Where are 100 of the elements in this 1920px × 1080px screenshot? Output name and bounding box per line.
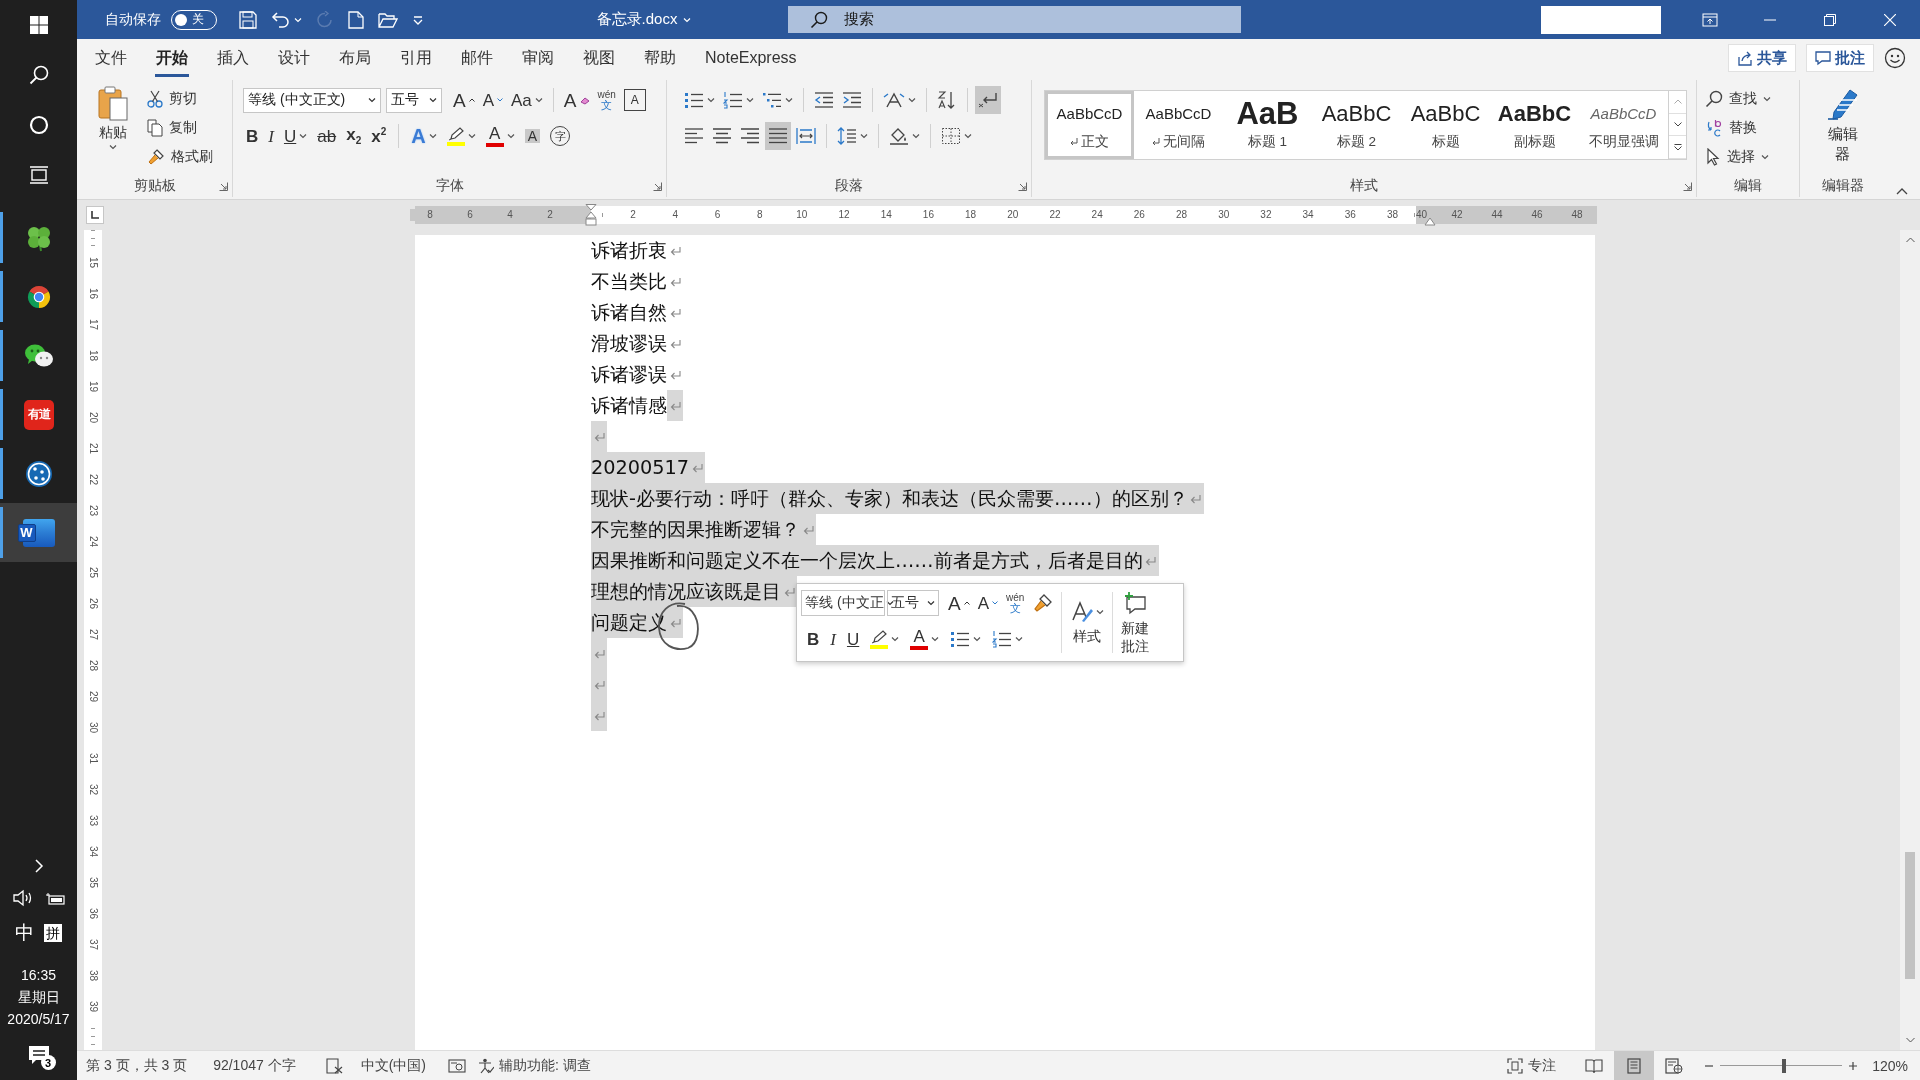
ribbon-tab[interactable]: 视图 [582, 39, 616, 77]
accessibility-status[interactable]: 辅助功能: 调查 [477, 1056, 591, 1075]
phonetic-guide-button[interactable]: wén 文 [1003, 589, 1028, 617]
circle-icon[interactable] [28, 115, 49, 135]
input-method-indicator[interactable]: 拼 [44, 924, 62, 942]
ribbon-tab[interactable]: 布局 [338, 39, 372, 77]
new-document-icon[interactable] [348, 10, 364, 29]
share-button[interactable]: 共享 [1728, 44, 1796, 72]
ribbon-tab[interactable]: NoteExpress [704, 39, 798, 77]
ribbon-tab[interactable]: 审阅 [521, 39, 555, 77]
slider-thumb[interactable] [1781, 1058, 1786, 1073]
font-size-dropdown[interactable]: 五号 [887, 590, 939, 616]
comments-button[interactable]: 批注 [1806, 44, 1874, 72]
dialog-launcher-icon[interactable] [653, 181, 662, 191]
style-gallery-item[interactable]: AaBbCcD 不明显强调 [1579, 91, 1668, 159]
document-title[interactable]: 备忘录.docx [524, 10, 764, 29]
scrollbar-thumb[interactable] [1905, 852, 1915, 979]
group-label: 编辑器 [1821, 177, 1864, 195]
word-count[interactable]: 92/1047 个字 [213, 1056, 296, 1075]
ribbon-tab[interactable]: 引用 [399, 39, 433, 77]
ribbon-tab[interactable]: 帮助 [643, 39, 677, 77]
input-mode-indicator[interactable]: 中 [15, 920, 34, 946]
clock-weekday[interactable]: 星期日 [0, 986, 77, 1008]
page-count[interactable]: 第 3 页，共 3 页 [86, 1056, 188, 1075]
styles-button[interactable]: 样式 [1066, 588, 1109, 657]
focus-mode-button[interactable]: 专注 [1507, 1056, 1557, 1075]
font-color-button[interactable]: A [482, 122, 518, 150]
proofing-icon[interactable] [325, 1057, 344, 1074]
style-gallery-item[interactable]: AaBbC 副标题 [1490, 91, 1579, 159]
shrink-font-button[interactable]: A [974, 589, 1002, 617]
style-gallery-item[interactable]: AaBbCcD 正文 [1045, 91, 1134, 159]
zoom-percent[interactable]: 120% [1872, 1057, 1908, 1074]
bold-button[interactable]: B [804, 625, 823, 653]
superscript-button[interactable]: x$^{2}$ [368, 122, 390, 150]
style-gallery-item[interactable]: AaB 标题 1 [1223, 91, 1312, 159]
style-gallery-item[interactable]: AaBbCcD 无间隔 [1134, 91, 1223, 159]
account-block[interactable] [1541, 5, 1661, 34]
dialog-launcher-icon[interactable] [1683, 181, 1692, 191]
new-comment-button[interactable]: 新建批注 [1117, 588, 1154, 657]
cut-button[interactable]: 剪切 [143, 84, 217, 113]
copy-button[interactable]: 复制 [143, 113, 217, 142]
taskbar-app-button[interactable]: 有道 [0, 385, 77, 444]
print-view-button[interactable] [1614, 1051, 1655, 1080]
strikethrough-button[interactable]: ab [314, 122, 340, 150]
find-button[interactable]: 查找 [1701, 84, 1775, 113]
chevron-right-icon[interactable] [33, 859, 44, 873]
format-painter-button[interactable]: 格式刷 [143, 142, 217, 171]
underline-button[interactable]: U [280, 122, 311, 150]
ribbon-tab[interactable]: 邮件 [460, 39, 494, 77]
undo-icon[interactable] [271, 10, 291, 29]
taskbar-app-button[interactable]: W [0, 503, 77, 562]
change-case-button[interactable]: Aa [508, 86, 546, 114]
subscript-button[interactable]: x$_{2}$ [343, 122, 365, 150]
ribbon-tab[interactable]: 文件 [94, 39, 128, 77]
align-justify-button[interactable] [765, 122, 791, 150]
clock-time[interactable]: 16:35 [0, 964, 77, 986]
zoom-in-icon[interactable] [1848, 1060, 1859, 1071]
italic-button[interactable]: I [827, 625, 839, 653]
select-button[interactable]: 选择 [1701, 142, 1775, 171]
ribbon-tab[interactable]: 设计 [277, 39, 311, 77]
paste-button[interactable]: 粘贴 [89, 82, 137, 175]
grow-font-button[interactable]: A [945, 589, 973, 617]
smiley-icon[interactable] [1884, 47, 1906, 69]
style-gallery-item[interactable]: AaBbC 标题 2 [1312, 91, 1401, 159]
phonetic-guide-button[interactable]: wén 文 [594, 86, 619, 114]
language-status[interactable]: 中文(中国) [360, 1056, 426, 1075]
tab-selector[interactable] [86, 206, 104, 224]
dialog-launcher-icon[interactable] [1018, 181, 1027, 191]
ribbon-tab[interactable]: 插入 [216, 39, 250, 77]
search-field[interactable]: 搜索 [788, 6, 1241, 33]
underline-button[interactable]: U [843, 625, 863, 653]
search-icon[interactable] [28, 65, 49, 85]
battery-icon[interactable] [43, 891, 66, 905]
text-effects-button[interactable]: A [408, 122, 440, 150]
speaker-icon[interactable] [11, 889, 34, 907]
style-gallery-item[interactable]: AaBbC 标题 [1401, 91, 1490, 159]
dialog-launcher-icon[interactable] [219, 181, 228, 191]
macro-record-icon[interactable] [447, 1057, 466, 1074]
vertical-scrollbar[interactable] [1900, 230, 1920, 1050]
right-indent-marker-icon[interactable] [1424, 217, 1436, 226]
clock-date[interactable]: 2020/5/17 [0, 1008, 77, 1030]
save-icon[interactable] [239, 10, 257, 29]
italic-button[interactable]: I [265, 122, 277, 150]
editor-button[interactable]: 编辑器 [1810, 82, 1875, 175]
show-marks-button[interactable] [975, 86, 1001, 114]
collapse-ribbon-icon[interactable] [1896, 187, 1908, 195]
windows-logo-icon[interactable] [29, 16, 48, 34]
indent-marker-icon[interactable] [585, 204, 597, 226]
clear-formatting-button[interactable]: A [560, 86, 593, 114]
shrink-font-button[interactable]: A [479, 86, 507, 114]
task-view-icon[interactable] [28, 165, 49, 185]
font-color-button[interactable]: A [907, 625, 943, 653]
font-size-dropdown[interactable]: 五号 [386, 87, 442, 113]
replace-button[interactable]: 替换 [1701, 113, 1775, 142]
font-name-dropdown[interactable]: 等线 (中文正文) [243, 87, 381, 113]
customize-menu-icon[interactable] [412, 14, 424, 25]
character-shading-button[interactable]: A [521, 122, 543, 150]
folder-icon[interactable] [378, 11, 398, 28]
grow-font-button[interactable]: A [450, 86, 478, 114]
bold-button[interactable]: B [243, 122, 262, 150]
